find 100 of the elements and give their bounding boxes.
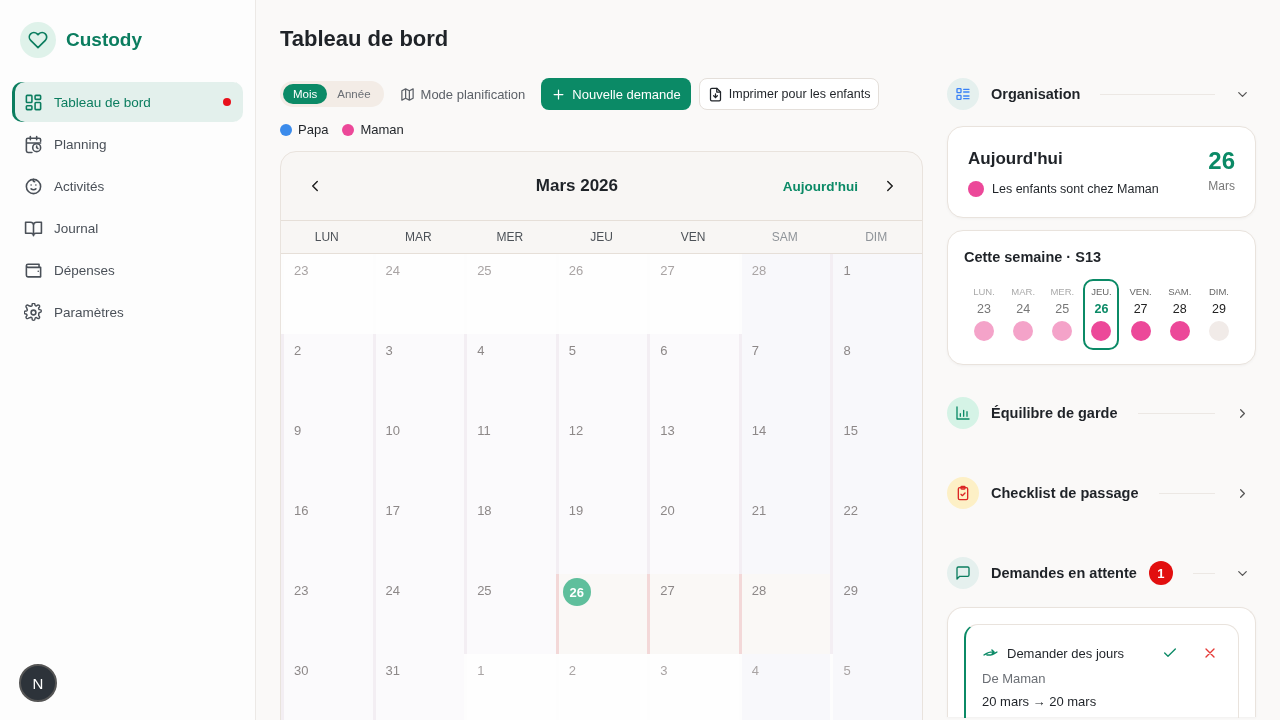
print-button[interactable]: Imprimer pour les enfants [698, 78, 880, 110]
view-tab[interactable]: Mois [283, 84, 328, 104]
chat-bubble-icon [947, 557, 979, 589]
day-number[interactable]: 18 [477, 503, 492, 518]
day-number[interactable]: 29 [843, 583, 858, 598]
weekday-label: SAM [770, 230, 799, 244]
week-day[interactable]: VEN. 27 [1122, 279, 1159, 350]
day-number[interactable]: 28 [751, 263, 767, 278]
day-number[interactable]: 5 [568, 343, 576, 358]
week-day[interactable]: DIM. 29 [1200, 279, 1237, 350]
app-name: Custody [66, 29, 142, 51]
day-number[interactable]: 23 [294, 583, 309, 598]
plus-icon [551, 86, 567, 102]
view-tab[interactable]: Année [327, 84, 381, 104]
day-number[interactable]: 26 [562, 578, 591, 606]
day-number[interactable]: 25 [477, 263, 492, 278]
list-icon [947, 78, 979, 110]
day-number[interactable]: 31 [385, 663, 401, 678]
status-dot [968, 181, 984, 197]
open-book-icon [24, 218, 43, 238]
day-number[interactable]: 12 [568, 423, 584, 438]
file-download-icon [707, 86, 723, 102]
day-number[interactable]: 1 [477, 663, 485, 678]
month-label: Mars [1208, 179, 1235, 193]
day-number[interactable]: 7 [751, 343, 760, 358]
day-number[interactable]: 14 [751, 423, 767, 438]
day-number[interactable]: 28 [751, 583, 767, 598]
settings-icon [24, 302, 43, 322]
sidebar-item[interactable]: Activités [12, 166, 243, 206]
day-number[interactable]: 3 [385, 343, 393, 358]
week-day[interactable]: SAM. 28 [1161, 279, 1198, 350]
day-number[interactable]: 6 [660, 343, 668, 358]
section-header[interactable]: Organisation [947, 78, 1256, 110]
day-number[interactable]: 15 [843, 423, 858, 438]
new-request-button[interactable]: Nouvelle demande [541, 78, 691, 110]
month-title: Mars 2026 [534, 176, 619, 196]
day-number[interactable]: 19 [568, 503, 584, 518]
day-number[interactable]: 4 [477, 343, 485, 358]
map-icon [399, 86, 415, 102]
clipboard-check-icon [947, 477, 979, 509]
weekday-label: DIM [864, 230, 889, 244]
day-number[interactable]: 30 [294, 663, 309, 678]
date-number: 26 [1208, 147, 1235, 175]
day-number[interactable]: 8 [843, 343, 851, 358]
day-number[interactable]: 23 [294, 263, 309, 278]
section-header[interactable]: Demandes en attente 1 [947, 557, 1256, 589]
weekday-label: VEN [679, 230, 707, 244]
day-number[interactable]: 10 [385, 423, 401, 438]
day-number[interactable]: 17 [385, 503, 401, 518]
status-text: Les enfants sont chez Maman [992, 182, 1159, 196]
section-header[interactable]: Équilibre de garde [947, 397, 1256, 429]
day-number[interactable]: 3 [660, 663, 668, 678]
count-badge: 1 [1148, 561, 1173, 585]
week-day[interactable]: MAR. 24 [1005, 279, 1042, 350]
day-number[interactable]: 26 [568, 263, 584, 278]
sidebar-item[interactable]: Planning [12, 124, 243, 164]
day-number[interactable]: 13 [660, 423, 675, 438]
day-number[interactable]: 2 [568, 663, 576, 678]
day-number[interactable]: 9 [294, 423, 302, 438]
weekday-label: MER [495, 230, 525, 244]
day-number[interactable]: 25 [477, 583, 492, 598]
weekday-label: LUN [313, 230, 340, 244]
bar-chart-icon [947, 397, 979, 429]
weekday-label: JEU [589, 230, 614, 244]
today-button[interactable]: Aujourd'hui [776, 177, 864, 195]
week-day[interactable]: LUN. 23 [966, 279, 1002, 350]
day-number[interactable]: 22 [843, 503, 858, 518]
request-type: Demander des jours [1007, 645, 1126, 661]
day-number[interactable]: 27 [660, 263, 675, 278]
legend-label: Maman [360, 122, 404, 137]
day-number[interactable]: 24 [385, 583, 401, 598]
sidebar-item[interactable]: Journal [12, 208, 243, 248]
card-title: Aujourd'hui [968, 149, 1064, 169]
day-number[interactable]: 4 [751, 663, 760, 678]
day-number[interactable]: 11 [477, 423, 491, 438]
day-number[interactable]: 5 [843, 663, 851, 678]
week-day[interactable]: MER. 25 [1044, 279, 1081, 350]
sidebar-item[interactable]: Paramètres [12, 292, 243, 332]
day-number[interactable]: 20 [660, 503, 675, 518]
day-number[interactable]: 27 [660, 583, 675, 598]
day-number[interactable]: 2 [294, 343, 302, 358]
weekday-label: MAR [404, 230, 433, 244]
request-dates: 20 mars → 20 mars [982, 694, 1098, 709]
planning-mode-button[interactable]: Mode planification [391, 82, 534, 106]
day-number[interactable]: 24 [385, 263, 401, 278]
heart-logo-icon [20, 22, 56, 58]
sidebar-item[interactable]: Tableau de bord [12, 82, 243, 122]
request-sender: De Maman [982, 671, 1047, 686]
avatar-button[interactable]: N [19, 664, 57, 702]
day-number[interactable]: 21 [751, 503, 767, 518]
sidebar-item[interactable]: Dépenses [12, 250, 243, 290]
smiley-face-icon [24, 176, 43, 196]
legend-label: Papa [298, 122, 329, 137]
section-header[interactable]: Checklist de passage [947, 477, 1256, 509]
day-number[interactable]: 1 [843, 263, 851, 278]
calendar-clock-icon [24, 134, 43, 154]
week-day[interactable]: JEU. 26 [1083, 279, 1120, 350]
grid-icon [24, 92, 43, 112]
day-number[interactable]: 16 [294, 503, 309, 518]
card-title: Cette semaine · S13 [964, 249, 1102, 265]
